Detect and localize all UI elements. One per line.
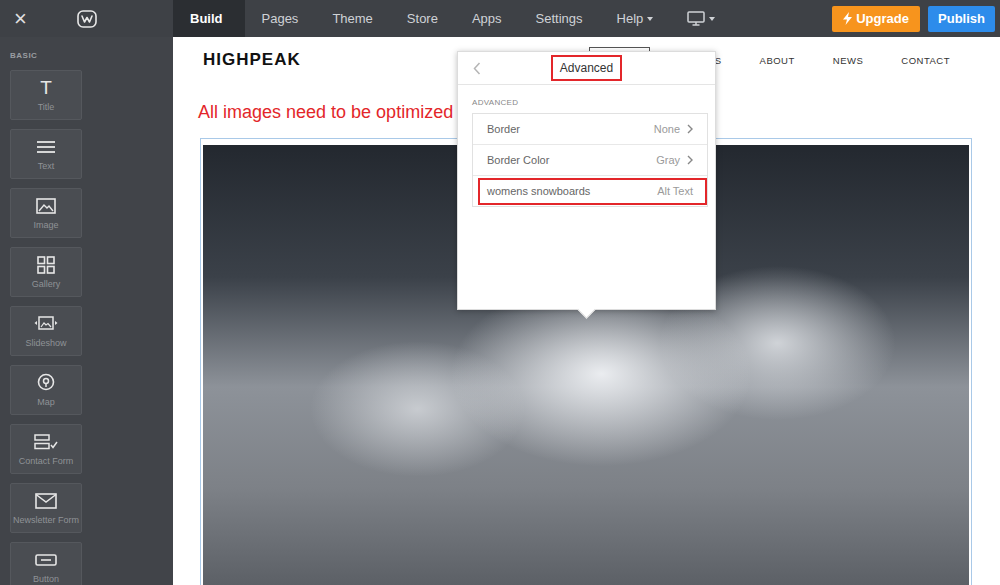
tile-label: Button: [33, 574, 59, 584]
publish-button[interactable]: Publish: [928, 6, 995, 32]
popover-title: Advanced: [551, 55, 622, 81]
slideshow-icon: [34, 316, 58, 332]
setting-row[interactable]: Border None: [473, 114, 707, 145]
brand: ×: [0, 0, 173, 37]
tile-icon-box: T: [40, 78, 52, 98]
setting-label: Border: [487, 123, 520, 135]
element-tile[interactable]: Slideshow: [10, 306, 82, 356]
gallery-icon: [37, 256, 55, 274]
tile-icon-box: [36, 137, 56, 157]
element-tile[interactable]: Gallery: [10, 247, 82, 297]
element-tile[interactable]: Button: [10, 542, 82, 585]
tile-label: Newsletter Form: [13, 515, 79, 525]
weebly-logo-icon[interactable]: [77, 10, 97, 28]
main-tab[interactable]: Apps: [455, 0, 519, 37]
image-icon: [36, 198, 56, 214]
setting-row[interactable]: womens snowboards Alt Text: [473, 176, 707, 206]
nav-item[interactable]: NEWS: [833, 55, 864, 66]
section-label: ADVANCED: [472, 98, 708, 107]
tile-label: Slideshow: [25, 338, 66, 348]
setting-value: Gray: [656, 154, 693, 166]
main-tab[interactable]: Store: [390, 0, 455, 37]
popover-header: Advanced: [458, 52, 715, 85]
tile-label: Title: [38, 102, 55, 112]
element-tile[interactable]: Image: [10, 188, 82, 238]
tab-label: Store: [407, 11, 438, 26]
tile-label: Text: [38, 161, 55, 171]
tile-label: Map: [37, 397, 55, 407]
title-icon: T: [40, 78, 52, 98]
tile-label: Gallery: [32, 279, 61, 289]
caret-icon: [709, 17, 715, 21]
tile-icon-box: [37, 373, 55, 393]
lightning-icon: [843, 12, 852, 25]
setting-label: Border Color: [487, 154, 549, 166]
sidebar: BASIC T Title Text Image Gallery Slidesh…: [0, 37, 173, 585]
chevron-right-icon: [687, 155, 693, 165]
nav-item[interactable]: ABOUT: [760, 55, 795, 66]
tile-label: Contact Form: [19, 456, 74, 466]
setting-row[interactable]: Border Color Gray: [473, 145, 707, 176]
tile-icon-box: [34, 314, 58, 334]
tile-icon-box: [35, 491, 57, 511]
element-tile[interactable]: T Title: [10, 70, 82, 120]
image-settings-popover: Advanced ADVANCED Border None Border Col…: [457, 51, 716, 310]
contact-form-icon: [34, 434, 58, 450]
tile-label: Image: [33, 220, 58, 230]
text-icon: [36, 139, 56, 155]
tile-icon-box: [35, 550, 57, 570]
main-tab[interactable]: Pages: [245, 0, 316, 37]
main-tab[interactable]: Settings: [519, 0, 600, 37]
popover-body: ADVANCED Border None Border Color Gray w…: [458, 98, 715, 207]
upgrade-button[interactable]: Upgrade: [832, 6, 920, 32]
tile-icon-box: [37, 255, 55, 275]
tile-icon-box: [36, 196, 56, 216]
element-tile[interactable]: Map: [10, 365, 82, 415]
back-arrow-icon[interactable]: [473, 62, 481, 75]
button-icon: [35, 554, 57, 566]
tile-icon-box: [34, 432, 58, 452]
map-pin-icon: [37, 373, 55, 393]
settings-list: Border None Border Color Gray womens sno…: [472, 113, 708, 207]
monitor-icon: [687, 11, 705, 26]
element-tile[interactable]: Newsletter Form: [10, 483, 82, 533]
setting-value: None: [654, 123, 693, 135]
tab-label: Apps: [472, 11, 502, 26]
element-tile[interactable]: Text: [10, 129, 82, 179]
envelope-icon: [35, 493, 57, 509]
main-tab[interactable]: Theme: [315, 0, 389, 37]
chevron-right-icon: [687, 124, 693, 134]
main-tab[interactable]: Help: [600, 0, 671, 37]
main-tabs: Build Pages Theme Store Apps Settings He…: [173, 0, 732, 37]
close-button[interactable]: ×: [14, 8, 27, 30]
button-label: Publish: [938, 11, 985, 26]
setting-value: Alt Text: [657, 185, 693, 197]
site-logo[interactable]: HIGHPEAK: [203, 50, 301, 70]
tab-label: Pages: [262, 11, 299, 26]
element-tile[interactable]: Contact Form: [10, 424, 82, 474]
top-bar: × Build Pages Theme Store Apps Settings …: [0, 0, 1000, 37]
caret-icon: [647, 17, 653, 21]
nav-item[interactable]: CONTACT: [901, 55, 950, 66]
tab-label: Build: [190, 11, 223, 26]
tab-label: Theme: [332, 11, 372, 26]
tab-label: Settings: [536, 11, 583, 26]
button-label: Upgrade: [856, 11, 909, 26]
setting-label: womens snowboards: [487, 185, 590, 197]
main-tab[interactable]: Build: [173, 0, 245, 37]
device-tab[interactable]: [670, 0, 732, 37]
editor-window: × Build Pages Theme Store Apps Settings …: [0, 0, 1000, 585]
section-label: BASIC: [10, 52, 163, 60]
tab-label: Help: [617, 11, 644, 26]
